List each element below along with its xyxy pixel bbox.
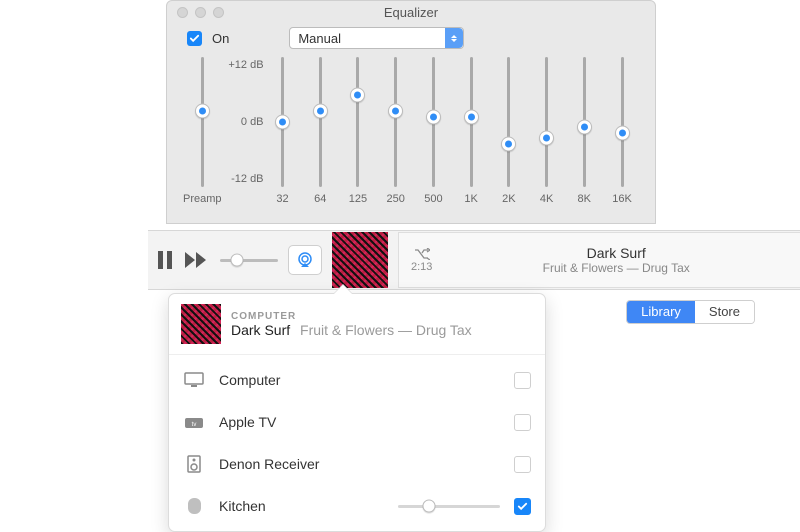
band-freq-label: 32: [276, 193, 288, 205]
airplay-track-meta: Fruit & Flowers — Drug Tax: [300, 322, 472, 338]
band-freq-label: 8K: [578, 193, 591, 205]
slider-thumb-icon: [464, 109, 479, 124]
band-freq-label: 500: [424, 193, 442, 205]
device-name: Apple TV: [219, 414, 500, 430]
band-freq-label: 125: [349, 193, 367, 205]
device-checkbox[interactable]: [514, 456, 531, 473]
slider-thumb-icon: [426, 109, 441, 124]
airplay-device-list: Computer tv Apple TV Denon Receiver Kitchen: [169, 355, 545, 531]
slider-thumb-icon: [350, 87, 365, 102]
preamp-label: Preamp: [183, 193, 222, 205]
elapsed-time: 2:13: [411, 261, 432, 273]
eq-band-slider[interactable]: [502, 57, 516, 187]
slider-thumb-icon: [313, 104, 328, 119]
eq-band-slider[interactable]: [389, 57, 403, 187]
slider-thumb-icon: [615, 125, 630, 140]
album-art: [181, 304, 221, 344]
device-name: Denon Receiver: [219, 456, 500, 472]
slider-thumb-icon: [231, 254, 244, 267]
appletv-icon: tv: [183, 415, 205, 429]
slider-thumb-icon: [275, 115, 290, 130]
eq-band-slider[interactable]: [351, 57, 365, 187]
titlebar: Equalizer: [167, 1, 655, 23]
band-freq-label: 16K: [612, 193, 632, 205]
track-title: Dark Surf: [442, 245, 790, 261]
now-playing-display: 2:13 Dark Surf Fruit & Flowers — Drug Ta…: [398, 232, 800, 288]
device-name: Kitchen: [219, 498, 384, 514]
pause-button[interactable]: [156, 250, 174, 270]
band-freq-label: 4K: [540, 193, 553, 205]
display-icon: [183, 372, 205, 388]
preamp-slider[interactable]: [195, 57, 209, 187]
preset-select[interactable]: Manual: [289, 27, 464, 49]
airplay-device[interactable]: Denon Receiver: [169, 443, 545, 485]
device-checkbox[interactable]: [514, 372, 531, 389]
track-subtitle: Fruit & Flowers — Drug Tax: [442, 261, 790, 275]
tab-library[interactable]: Library: [627, 301, 695, 323]
stepper-icon: [445, 28, 463, 48]
eq-band-slider[interactable]: [615, 57, 629, 187]
speaker-icon: [183, 455, 205, 473]
device-checkbox[interactable]: [514, 414, 531, 431]
eq-band-slider[interactable]: [276, 57, 290, 187]
device-checkbox[interactable]: [514, 498, 531, 515]
airplay-device[interactable]: tv Apple TV: [169, 401, 545, 443]
device-volume-slider[interactable]: [398, 505, 500, 508]
eq-band-slider[interactable]: [540, 57, 554, 187]
svg-text:tv: tv: [192, 422, 197, 428]
shuffle-icon[interactable]: [414, 248, 430, 260]
airplay-button[interactable]: [288, 245, 322, 275]
next-button[interactable]: [184, 252, 210, 268]
eq-on-checkbox[interactable]: [187, 31, 202, 46]
band-freq-label: 64: [314, 193, 326, 205]
eq-band-slider[interactable]: [313, 57, 327, 187]
scale-max: +12 dB: [222, 59, 264, 71]
tab-store[interactable]: Store: [695, 301, 754, 323]
eq-band-slider[interactable]: [464, 57, 478, 187]
preset-value: Manual: [290, 31, 341, 46]
airplay-source-label: COMPUTER: [231, 311, 472, 322]
window-title: Equalizer: [167, 5, 655, 20]
eq-band-slider[interactable]: [426, 57, 440, 187]
player-toolbar: 2:13 Dark Surf Fruit & Flowers — Drug Ta…: [148, 230, 800, 290]
slider-thumb-icon: [388, 104, 403, 119]
equalizer-window: Equalizer On Manual Preamp +12 dB 0 dB -…: [166, 0, 656, 224]
eq-on-label: On: [212, 31, 229, 46]
view-tabs: Library Store: [626, 300, 755, 324]
eq-bands: 32 64 125 250 500 1K 2K 4K 8K 16K: [264, 57, 641, 205]
airplay-device[interactable]: Kitchen: [169, 485, 545, 527]
slider-thumb-icon: [539, 131, 554, 146]
slider-thumb-icon: [422, 500, 435, 513]
band-freq-label: 1K: [464, 193, 477, 205]
album-art[interactable]: [332, 232, 388, 288]
scale-min: -12 dB: [222, 173, 264, 185]
slider-thumb-icon: [577, 120, 592, 135]
db-scale: +12 dB 0 dB -12 dB: [222, 57, 264, 187]
scale-mid: 0 dB: [222, 116, 264, 128]
slider-thumb-icon: [195, 104, 210, 119]
airplay-device[interactable]: Computer: [169, 359, 545, 401]
band-freq-label: 2K: [502, 193, 515, 205]
volume-slider[interactable]: [220, 259, 278, 262]
airplay-now-playing: COMPUTER Dark Surf Fruit & Flowers — Dru…: [169, 294, 545, 355]
band-freq-label: 250: [387, 193, 405, 205]
homepod-icon: [183, 497, 205, 515]
slider-thumb-icon: [501, 136, 516, 151]
airplay-track-title: Dark Surf: [231, 322, 290, 338]
device-name: Computer: [219, 372, 500, 388]
eq-band-slider[interactable]: [577, 57, 591, 187]
airplay-popover: COMPUTER Dark Surf Fruit & Flowers — Dru…: [168, 293, 546, 532]
